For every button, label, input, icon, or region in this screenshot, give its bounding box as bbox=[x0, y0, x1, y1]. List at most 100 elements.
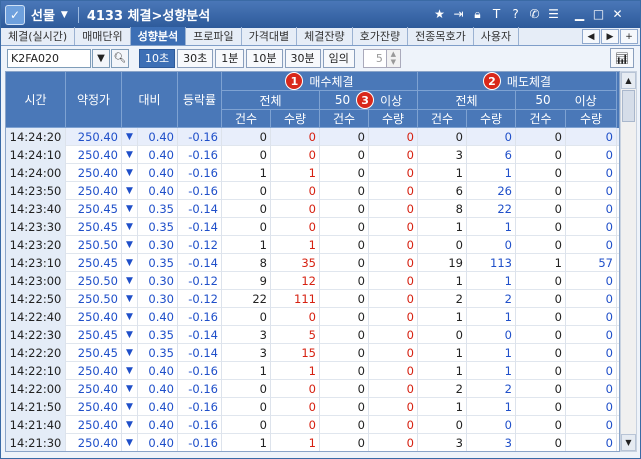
table-row[interactable]: 14:24:00 250.40 ▼ 0.40 -0.16 1 1 0 0 1 1 0 0 bbox=[6, 164, 619, 182]
text-icon[interactable]: T bbox=[488, 5, 505, 23]
app-logo-icon[interactable]: ✓ bbox=[5, 4, 25, 25]
phone-icon[interactable]: ✆ bbox=[526, 5, 543, 23]
scroll-thumb[interactable] bbox=[622, 90, 635, 122]
cell-sell50-qty: 0 bbox=[566, 434, 617, 451]
scroll-up-icon[interactable]: ▲ bbox=[621, 72, 636, 89]
down-arrow-icon: ▼ bbox=[122, 128, 138, 146]
cell-buy-qty: 35 bbox=[271, 254, 320, 272]
table-row[interactable]: 14:23:30 250.45 ▼ 0.35 -0.14 0 0 0 0 1 1 0 0 bbox=[6, 218, 619, 236]
interval-button-5[interactable]: 임의 bbox=[322, 48, 355, 68]
cell-buy50-count: 0 bbox=[320, 254, 369, 272]
col-count[interactable]: 건수 bbox=[320, 110, 369, 128]
cell-buy-count: 3 bbox=[222, 326, 271, 344]
cell-sell50-qty: 0 bbox=[566, 326, 617, 344]
market-menu[interactable]: 선물 bbox=[31, 5, 55, 24]
minimize-icon[interactable]: ▁ bbox=[571, 5, 588, 23]
col-count[interactable]: 건수 bbox=[418, 110, 467, 128]
col-count[interactable]: 건수 bbox=[516, 110, 566, 128]
chevron-down-icon[interactable]: ▼ bbox=[92, 48, 110, 68]
col-qty[interactable]: 수량 bbox=[566, 110, 617, 128]
interval-group: 10초 30초 1분 10분 30분 임의 bbox=[137, 48, 355, 68]
cell-rate: -0.16 bbox=[178, 398, 222, 416]
tab-2[interactable]: 성향분석 bbox=[130, 27, 187, 45]
chevron-right-icon[interactable]: ▶ bbox=[601, 29, 619, 44]
cell-time: 14:22:00 bbox=[6, 380, 66, 398]
scroll-down-icon[interactable]: ▼ bbox=[621, 434, 636, 451]
table-row[interactable]: 14:23:50 250.40 ▼ 0.40 -0.16 0 0 0 0 6 26 0 0 bbox=[6, 182, 619, 200]
col-qty[interactable]: 수량 bbox=[369, 110, 418, 128]
close-icon[interactable]: ✕ bbox=[609, 5, 626, 23]
tab-6[interactable]: 호가잔량 bbox=[353, 27, 409, 45]
cell-sell50-qty: 0 bbox=[566, 182, 617, 200]
table-row[interactable]: 14:22:20 250.45 ▼ 0.35 -0.14 3 15 0 0 1 1 0 0 bbox=[6, 344, 619, 362]
window: ✓ 선물 ▼ 4133 체결>성향분석 ★ ⇥ 🔒︎ T ? ✆ ☰ ▁ □ ✕… bbox=[0, 0, 641, 459]
cell-sell-count: 19 bbox=[418, 254, 467, 272]
cell-price: 250.40 bbox=[66, 182, 122, 200]
interval-button-2[interactable]: 1분 bbox=[215, 48, 245, 68]
table-row[interactable]: 14:22:50 250.50 ▼ 0.30 -0.12 22 111 0 0 2 2 0 0 bbox=[6, 290, 619, 308]
interval-button-1[interactable]: 30초 bbox=[177, 48, 214, 68]
tab-4[interactable]: 가격대별 bbox=[242, 27, 298, 45]
interval-button-4[interactable]: 30분 bbox=[284, 48, 321, 68]
chevron-left-icon[interactable]: ◀ bbox=[582, 29, 600, 44]
cell-rate: -0.14 bbox=[178, 254, 222, 272]
list-icon[interactable]: ☰ bbox=[545, 5, 562, 23]
cell-rate: -0.16 bbox=[178, 146, 222, 164]
interval-button-3[interactable]: 10분 bbox=[246, 48, 283, 68]
lock-icon[interactable]: 🔒︎ bbox=[469, 5, 486, 23]
export-icon[interactable]: ⇥ bbox=[450, 5, 467, 23]
col-diff[interactable]: 대비 bbox=[122, 72, 178, 128]
down-arrow-icon: ▼ bbox=[122, 398, 138, 416]
search-icon[interactable]: 🔍︎ bbox=[111, 48, 129, 68]
count-spinner[interactable]: ▲ ▼ bbox=[386, 48, 401, 68]
cell-buy50-count: 0 bbox=[320, 380, 369, 398]
table-row[interactable]: 14:24:20 250.40 ▼ 0.40 -0.16 0 0 0 0 0 0 0 0 bbox=[6, 128, 619, 146]
col-price[interactable]: 약정가 bbox=[66, 72, 122, 128]
cell-buy-qty: 1 bbox=[271, 164, 320, 182]
cell-buy-count: 1 bbox=[222, 362, 271, 380]
cell-sell50-qty: 0 bbox=[566, 380, 617, 398]
cell-buy-qty: 1 bbox=[271, 236, 320, 254]
tab-5[interactable]: 체결잔량 bbox=[297, 27, 353, 45]
star-icon[interactable]: ★ bbox=[431, 5, 448, 23]
code-input[interactable]: K2FA020 bbox=[7, 48, 91, 68]
cell-sell-count: 1 bbox=[418, 398, 467, 416]
col-count[interactable]: 건수 bbox=[222, 110, 271, 128]
table-row[interactable]: 14:23:20 250.50 ▼ 0.30 -0.12 1 1 0 0 0 0 0 0 bbox=[6, 236, 619, 254]
col-qty[interactable]: 수량 bbox=[271, 110, 320, 128]
tab-7[interactable]: 전종목호가 bbox=[408, 27, 474, 45]
chevron-down-icon[interactable]: ▼ bbox=[61, 10, 68, 20]
table-row[interactable]: 14:21:30 250.40 ▼ 0.40 -0.16 1 1 0 0 3 3 0 0 bbox=[6, 434, 619, 451]
col-qty[interactable]: 수량 bbox=[467, 110, 516, 128]
table-row[interactable]: 14:22:00 250.40 ▼ 0.40 -0.16 0 0 0 0 2 2 0 0 bbox=[6, 380, 619, 398]
tab-8[interactable]: 사용자 bbox=[474, 27, 520, 45]
cell-buy50-count: 0 bbox=[320, 200, 369, 218]
down-arrow-icon: ▼ bbox=[122, 380, 138, 398]
tab-0[interactable]: 체결(실시간) bbox=[1, 27, 76, 45]
count-input[interactable]: 5 bbox=[362, 48, 387, 68]
col-time[interactable]: 시간 bbox=[6, 72, 66, 128]
table-row[interactable]: 14:21:40 250.40 ▼ 0.40 -0.16 0 0 0 0 0 0 0 0 bbox=[6, 416, 619, 434]
interval-button-0[interactable]: 10초 bbox=[139, 48, 176, 68]
col-rate[interactable]: 등락률 bbox=[178, 72, 222, 128]
table-row[interactable]: 14:23:40 250.45 ▼ 0.35 -0.14 0 0 0 0 8 22 0 0 bbox=[6, 200, 619, 218]
maximize-icon[interactable]: □ bbox=[590, 5, 607, 23]
cell-diff: 0.30 bbox=[138, 290, 178, 308]
table-row[interactable]: 14:22:40 250.40 ▼ 0.40 -0.16 0 0 0 0 1 1 0 0 bbox=[6, 308, 619, 326]
cell-price: 250.40 bbox=[66, 434, 122, 451]
chart-icon[interactable]: 📊︎ bbox=[610, 48, 634, 68]
down-arrow-icon: ▼ bbox=[122, 272, 138, 290]
table-row[interactable]: 14:23:10 250.45 ▼ 0.35 -0.14 8 35 0 0 19 113 1 57 bbox=[6, 254, 619, 272]
vertical-scrollbar[interactable]: ▲ ▼ bbox=[620, 71, 637, 452]
table-row[interactable]: 14:22:30 250.45 ▼ 0.35 -0.14 3 5 0 0 0 0 0 0 bbox=[6, 326, 619, 344]
table-row[interactable]: 14:24:10 250.40 ▼ 0.40 -0.16 0 0 0 0 3 6 0 0 bbox=[6, 146, 619, 164]
table-row[interactable]: 14:23:00 250.50 ▼ 0.30 -0.12 9 12 0 0 1 1 0 0 bbox=[6, 272, 619, 290]
cell-sell-count: 1 bbox=[418, 164, 467, 182]
sell-above-label: 이상 bbox=[574, 93, 597, 108]
help-icon[interactable]: ? bbox=[507, 5, 524, 23]
table-row[interactable]: 14:21:50 250.40 ▼ 0.40 -0.16 0 0 0 0 1 1 0 0 bbox=[6, 398, 619, 416]
table-row[interactable]: 14:22:10 250.40 ▼ 0.40 -0.16 1 1 0 0 1 1 0 0 bbox=[6, 362, 619, 380]
tab-1[interactable]: 매매단위 bbox=[75, 27, 131, 45]
tab-3[interactable]: 프로파일 bbox=[186, 27, 242, 45]
add-tab-icon[interactable]: + bbox=[620, 29, 638, 44]
